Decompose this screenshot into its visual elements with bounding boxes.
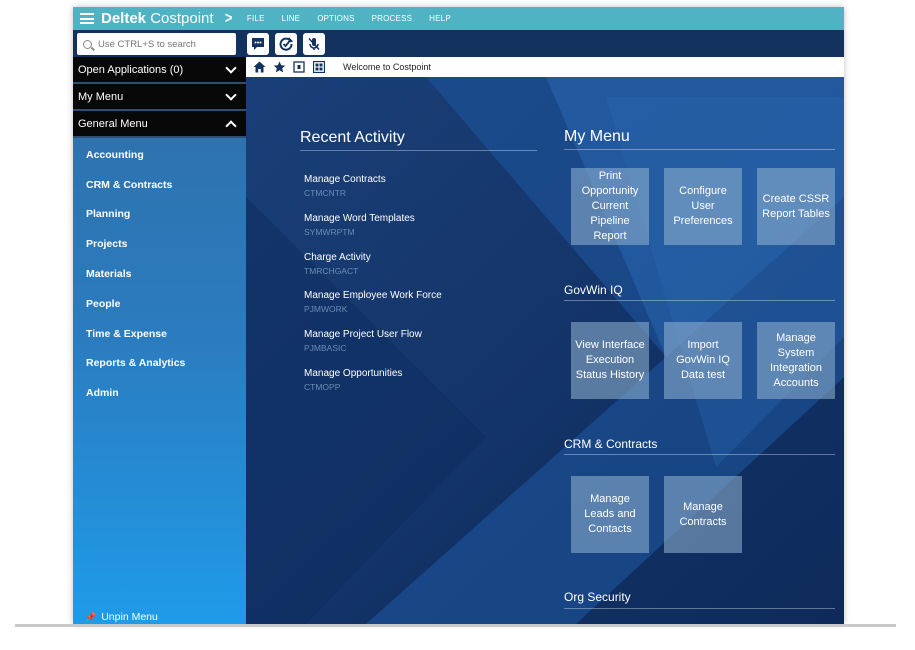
- menu-bar: FILE LINE OPTIONS PROCESS HELP: [247, 14, 468, 23]
- crm-contracts-divider: [564, 454, 835, 455]
- menu-help[interactable]: HELP: [429, 14, 451, 23]
- recent-activity-code: SYMWRPTM: [304, 227, 355, 237]
- recent-activity-code: CTMOPP: [304, 382, 341, 392]
- chevron-down-icon: [225, 62, 237, 74]
- chevron-right-icon: >: [224, 9, 232, 27]
- org-security-title: Org Security: [564, 590, 631, 604]
- main-content: Recent Activity Manage Contracts CTMCNTR…: [246, 77, 844, 624]
- recent-activity-item[interactable]: Manage Employee Work Force PJMWORK: [304, 290, 442, 314]
- recent-activity-item[interactable]: Manage Project User Flow PJMBASIC: [304, 329, 422, 353]
- tile-manage-leads-contacts[interactable]: Manage Leads and Contacts: [571, 476, 649, 553]
- star-icon[interactable]: [272, 60, 286, 74]
- breadcrumb: Welcome to Costpoint: [246, 57, 844, 77]
- breadcrumb-title: Welcome to Costpoint: [343, 62, 431, 72]
- recent-activity-code: PJMBASIC: [304, 343, 347, 353]
- govwin-title: GovWin IQ: [564, 283, 623, 297]
- sidebar-item-crm-contracts[interactable]: CRM & Contracts: [73, 170, 246, 200]
- sidebar: Open Applications (0) My Menu General Me…: [73, 57, 246, 624]
- tile-import-govwin-data[interactable]: Import GovWin IQ Data test: [664, 322, 742, 399]
- recent-activity-name: Manage Employee Work Force: [304, 290, 442, 301]
- sidebar-item-people[interactable]: People: [73, 289, 246, 319]
- recent-activity-name: Manage Project User Flow: [304, 329, 422, 340]
- recent-activity-title: Recent Activity: [300, 129, 405, 146]
- menu-options[interactable]: OPTIONS: [317, 14, 354, 23]
- unpin-menu-label: Unpin Menu: [101, 611, 158, 623]
- grid-icon[interactable]: [312, 60, 326, 74]
- my-menu-title: My Menu: [564, 128, 630, 145]
- recent-activity-name: Manage Contracts: [304, 174, 386, 185]
- brand-logo: Deltek Costpoint: [101, 10, 214, 27]
- recent-activity-code: TMRCHGACT: [304, 266, 359, 276]
- mute-microphone-icon: [308, 37, 320, 51]
- menu-file[interactable]: FILE: [247, 14, 265, 23]
- chevron-up-icon: [225, 120, 237, 132]
- refresh-check-icon: [279, 37, 293, 51]
- sidebar-item-materials[interactable]: Materials: [73, 259, 246, 289]
- recent-activity-name: Manage Word Templates: [304, 213, 415, 224]
- sidebar-item-admin[interactable]: Admin: [73, 378, 246, 408]
- menu-process[interactable]: PROCESS: [372, 14, 413, 23]
- org-security-divider: [564, 608, 835, 609]
- recent-activity-item[interactable]: Charge Activity TMRCHGACT: [304, 252, 371, 276]
- recent-activity-code: PJMWORK: [304, 304, 348, 314]
- recent-activity-item[interactable]: Manage Contracts CTMCNTR: [304, 174, 386, 198]
- tile-manage-system-integration-accounts[interactable]: Manage System Integration Accounts: [757, 322, 835, 399]
- sidebar-item-reports-analytics[interactable]: Reports & Analytics: [73, 349, 246, 379]
- recent-activity-item[interactable]: Manage Opportunities CTMOPP: [304, 368, 402, 392]
- general-menu-header[interactable]: General Menu: [73, 111, 246, 138]
- sidebar-item-accounting[interactable]: Accounting: [73, 140, 246, 170]
- costpoint-window: Deltek Costpoint > FILE LINE OPTIONS PRO…: [73, 7, 844, 624]
- general-menu-list: Accounting CRM & Contracts Planning Proj…: [73, 140, 246, 408]
- sidebar-item-projects[interactable]: Projects: [73, 229, 246, 259]
- my-menu-divider: [564, 149, 835, 150]
- my-menu-header[interactable]: My Menu: [73, 84, 246, 111]
- general-menu-label: General Menu: [78, 117, 148, 130]
- tile-manage-contracts[interactable]: Manage Contracts: [664, 476, 742, 553]
- chat-button[interactable]: [247, 33, 269, 55]
- recent-activity-divider: [300, 150, 537, 151]
- unpin-menu-button[interactable]: 📌 Unpin Menu: [85, 611, 158, 623]
- open-applications-header[interactable]: Open Applications (0): [73, 57, 246, 84]
- crm-contracts-title: CRM & Contracts: [564, 437, 658, 451]
- home-icon[interactable]: [252, 60, 266, 74]
- search-input[interactable]: [98, 38, 228, 50]
- sidebar-item-time-expense[interactable]: Time & Expense: [73, 319, 246, 349]
- tile-configure-user-preferences[interactable]: Configure User Preferences: [664, 168, 742, 245]
- recent-activity-code: CTMCNTR: [304, 188, 347, 198]
- square-icon[interactable]: [292, 60, 306, 74]
- recent-activity-name: Charge Activity: [304, 252, 371, 263]
- pin-icon: 📌: [85, 611, 97, 622]
- chevron-down-icon: [225, 89, 237, 101]
- recent-activity-item[interactable]: Manage Word Templates SYMWRPTM: [304, 213, 415, 237]
- chat-icon: [252, 38, 264, 50]
- tile-view-interface-execution-history[interactable]: View Interface Execution Status History: [571, 322, 649, 399]
- recent-activity-name: Manage Opportunities: [304, 368, 403, 379]
- open-applications-label: Open Applications (0): [78, 63, 184, 76]
- menu-line[interactable]: LINE: [282, 14, 301, 23]
- search-icon: [83, 39, 92, 49]
- page-divider: [15, 624, 896, 627]
- mute-button[interactable]: [303, 33, 325, 55]
- sidebar-item-planning[interactable]: Planning: [73, 200, 246, 230]
- tile-create-cssr-report-tables[interactable]: Create CSSR Report Tables: [757, 168, 835, 245]
- search-box: [77, 33, 236, 55]
- my-menu-label: My Menu: [78, 90, 124, 103]
- top-bar: Deltek Costpoint > FILE LINE OPTIONS PRO…: [73, 7, 844, 30]
- tile-print-opportunity-report[interactable]: Print Opportunity Current Pipeline Repor…: [571, 168, 649, 245]
- govwin-divider: [564, 300, 835, 301]
- refresh-button[interactable]: [275, 33, 297, 55]
- hamburger-menu-icon[interactable]: [80, 13, 94, 24]
